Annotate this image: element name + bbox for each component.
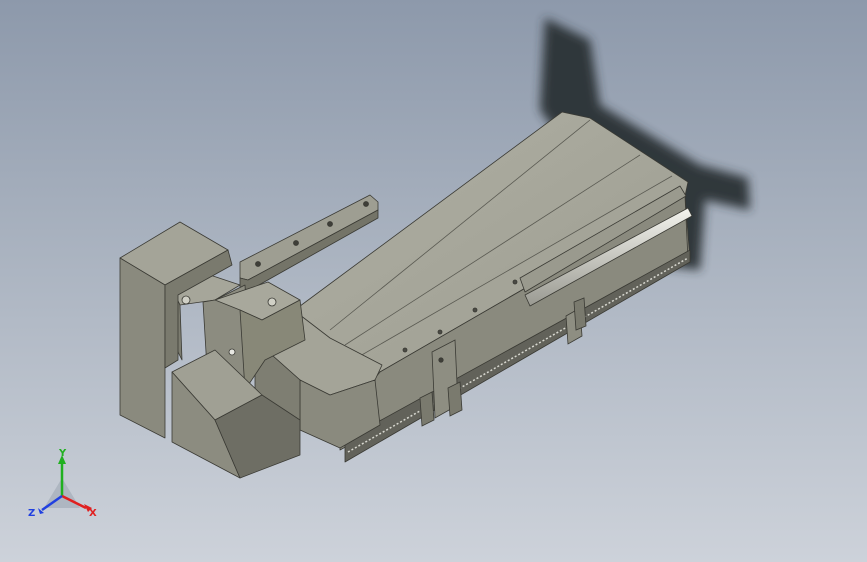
x-axis-label: X: [89, 508, 97, 519]
3d-model-view[interactable]: Y X Z: [0, 0, 867, 562]
cad-viewport[interactable]: Y X Z: [0, 0, 867, 562]
z-axis-label: Z: [28, 508, 35, 519]
coordinate-triad: Y X Z: [28, 448, 97, 519]
y-axis-label: Y: [58, 448, 67, 459]
